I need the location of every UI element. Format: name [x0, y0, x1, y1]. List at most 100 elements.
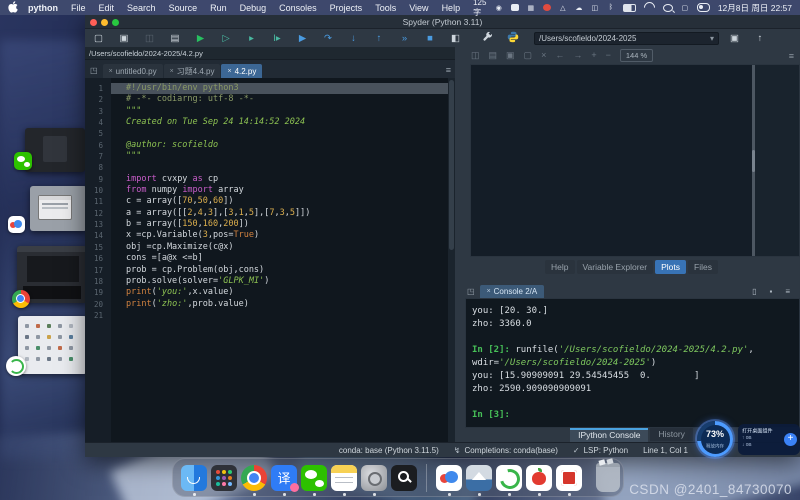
menu-help[interactable]: Help: [442, 3, 461, 13]
python-env-icon[interactable]: [505, 31, 520, 46]
dock-baidu-netdisk-icon[interactable]: [436, 465, 462, 491]
dock-finder-icon[interactable]: [181, 465, 207, 491]
run-cell-advance-icon[interactable]: ▸: [244, 33, 259, 44]
control-center-icon[interactable]: [697, 3, 710, 12]
memory-action-label[interactable]: 释放内存: [702, 442, 729, 449]
menu-edit[interactable]: Edit: [99, 3, 115, 13]
dock-preview-icon[interactable]: [466, 465, 492, 491]
cloud-sync-icon[interactable]: ☁: [575, 3, 583, 13]
dock-chrome-icon[interactable]: [241, 465, 267, 491]
save-plot-icon[interactable]: ◫: [471, 50, 480, 61]
continue-icon[interactable]: »: [397, 33, 412, 44]
menu-debug[interactable]: Debug: [240, 3, 267, 13]
console-output[interactable]: you: [20. 30.]zho: 3360.0 In [2]: runfil…: [465, 298, 800, 428]
search-icon[interactable]: [663, 4, 673, 12]
copy-image-icon[interactable]: ▣: [506, 50, 515, 61]
remove-plot-icon[interactable]: ▢: [524, 50, 533, 61]
preferences-wrench-icon[interactable]: [480, 31, 495, 45]
run-cell-icon[interactable]: ▷: [219, 33, 234, 44]
maximize-pane-icon[interactable]: ◧: [448, 33, 463, 44]
dock-wechat-icon[interactable]: [301, 465, 327, 491]
close-icon[interactable]: ×: [170, 68, 174, 75]
copy-icon[interactable]: ▯: [752, 287, 756, 296]
tab-4-2-py[interactable]: × 4.2.py: [221, 64, 262, 78]
plots-canvas[interactable]: [470, 64, 800, 257]
lsp-status[interactable]: LSP: Python: [584, 446, 628, 455]
assistant-title[interactable]: 打开桌面组件: [742, 427, 788, 435]
shapes-icon[interactable]: △: [559, 3, 567, 13]
screen-record-icon[interactable]: [543, 4, 551, 11]
stage-manager-icon[interactable]: ◫: [591, 3, 599, 13]
step-into-icon[interactable]: ↓: [346, 33, 361, 44]
tab-help[interactable]: Help: [545, 260, 574, 274]
add-widget-button[interactable]: +: [784, 433, 797, 446]
tab-untitled0[interactable]: × untitled0.py: [103, 64, 163, 78]
plots-zoom-level[interactable]: 144 %: [620, 49, 653, 62]
menu-run[interactable]: Run: [210, 3, 227, 13]
step-out-icon[interactable]: ↑: [372, 33, 387, 44]
previous-plot-icon[interactable]: ←: [555, 50, 564, 61]
tab-xiti44[interactable]: × 习题4.4.py: [164, 64, 221, 78]
open-file-icon[interactable]: ▣: [117, 33, 132, 44]
step-over-icon[interactable]: ↷: [321, 33, 336, 44]
zoom-in-icon[interactable]: +: [591, 50, 596, 61]
display-icon[interactable]: ▢: [681, 3, 689, 13]
run-selection-icon[interactable]: I▸: [270, 33, 285, 44]
close-icon[interactable]: ×: [109, 68, 113, 75]
stage-thumb-launchpad[interactable]: [18, 316, 87, 374]
menu-app-name[interactable]: python: [28, 3, 58, 13]
scrollbar-thumb[interactable]: [449, 80, 454, 250]
menu-clock[interactable]: 12月8日 周日 22:57: [718, 2, 792, 14]
new-file-icon[interactable]: ▢: [91, 33, 106, 44]
dock-system-settings-icon[interactable]: [361, 465, 387, 491]
menu-consoles[interactable]: Consoles: [279, 3, 317, 13]
menu-tools[interactable]: Tools: [375, 3, 396, 13]
console-tab[interactable]: × Console 2/A: [480, 285, 545, 298]
dock-apple-app-icon[interactable]: [526, 465, 552, 491]
plots-thumbnail-strip[interactable]: [755, 65, 799, 256]
zoom-out-icon[interactable]: −: [606, 50, 611, 61]
menu-projects[interactable]: Projects: [330, 3, 363, 13]
tab-variable-explorer[interactable]: Variable Explorer: [577, 260, 654, 274]
dock-passwords-icon[interactable]: [391, 465, 417, 491]
menu-search[interactable]: Search: [127, 3, 156, 13]
tab-ipython-console[interactable]: IPython Console: [570, 428, 648, 442]
menu-file[interactable]: File: [71, 3, 86, 13]
debug-icon[interactable]: ▶: [295, 33, 310, 44]
dock-trash-icon[interactable]: [596, 463, 620, 492]
keyboard-icon[interactable]: ▦: [527, 3, 535, 13]
save-all-icon[interactable]: ▤: [168, 33, 183, 44]
bluetooth-icon[interactable]: ᛒ: [607, 3, 615, 13]
code-editor[interactable]: 1#!/usr/bin/env python32# -*- codiarng: …: [85, 78, 455, 442]
options-menu-icon[interactable]: ≡: [785, 287, 790, 296]
dock-chess-app-icon[interactable]: [556, 465, 582, 491]
next-plot-icon[interactable]: →: [573, 50, 582, 61]
save-icon[interactable]: ◫: [142, 33, 157, 44]
close-icon[interactable]: ×: [227, 68, 231, 75]
conda-env-status[interactable]: conda: base (Python 3.11.5): [339, 446, 439, 455]
browse-consoles-icon[interactable]: ◳: [467, 287, 475, 296]
tab-plots[interactable]: Plots: [655, 260, 686, 274]
memory-ring-gauge[interactable]: [697, 421, 733, 457]
dock-green-ring-app-icon[interactable]: [496, 465, 522, 491]
tab-options-icon[interactable]: ≡: [446, 65, 451, 75]
editor-scrollbar[interactable]: [448, 78, 455, 442]
tab-history[interactable]: History: [650, 428, 692, 441]
browse-tabs-icon[interactable]: ◳: [90, 66, 98, 75]
stage-thumb-dialog[interactable]: [30, 186, 87, 231]
save-all-plots-icon[interactable]: ▤: [489, 50, 498, 61]
stage-thumb-wechat[interactable]: [25, 128, 85, 172]
close-icon[interactable]: ×: [487, 288, 491, 295]
stop-icon[interactable]: ■: [423, 33, 438, 44]
run-icon[interactable]: ▶: [193, 33, 208, 44]
mic-icon[interactable]: [511, 4, 519, 11]
menu-view[interactable]: View: [409, 3, 428, 13]
browse-directory-icon[interactable]: ▣: [727, 33, 742, 44]
plots-options-icon[interactable]: ≡: [789, 51, 794, 61]
tab-files[interactable]: Files: [688, 260, 718, 274]
chevron-down-icon[interactable]: ▾: [710, 34, 714, 43]
menu-source[interactable]: Source: [169, 3, 198, 13]
battery-icon[interactable]: [623, 4, 636, 12]
apple-menu[interactable]: [8, 1, 18, 15]
input-source-icon[interactable]: ◉: [495, 3, 503, 13]
